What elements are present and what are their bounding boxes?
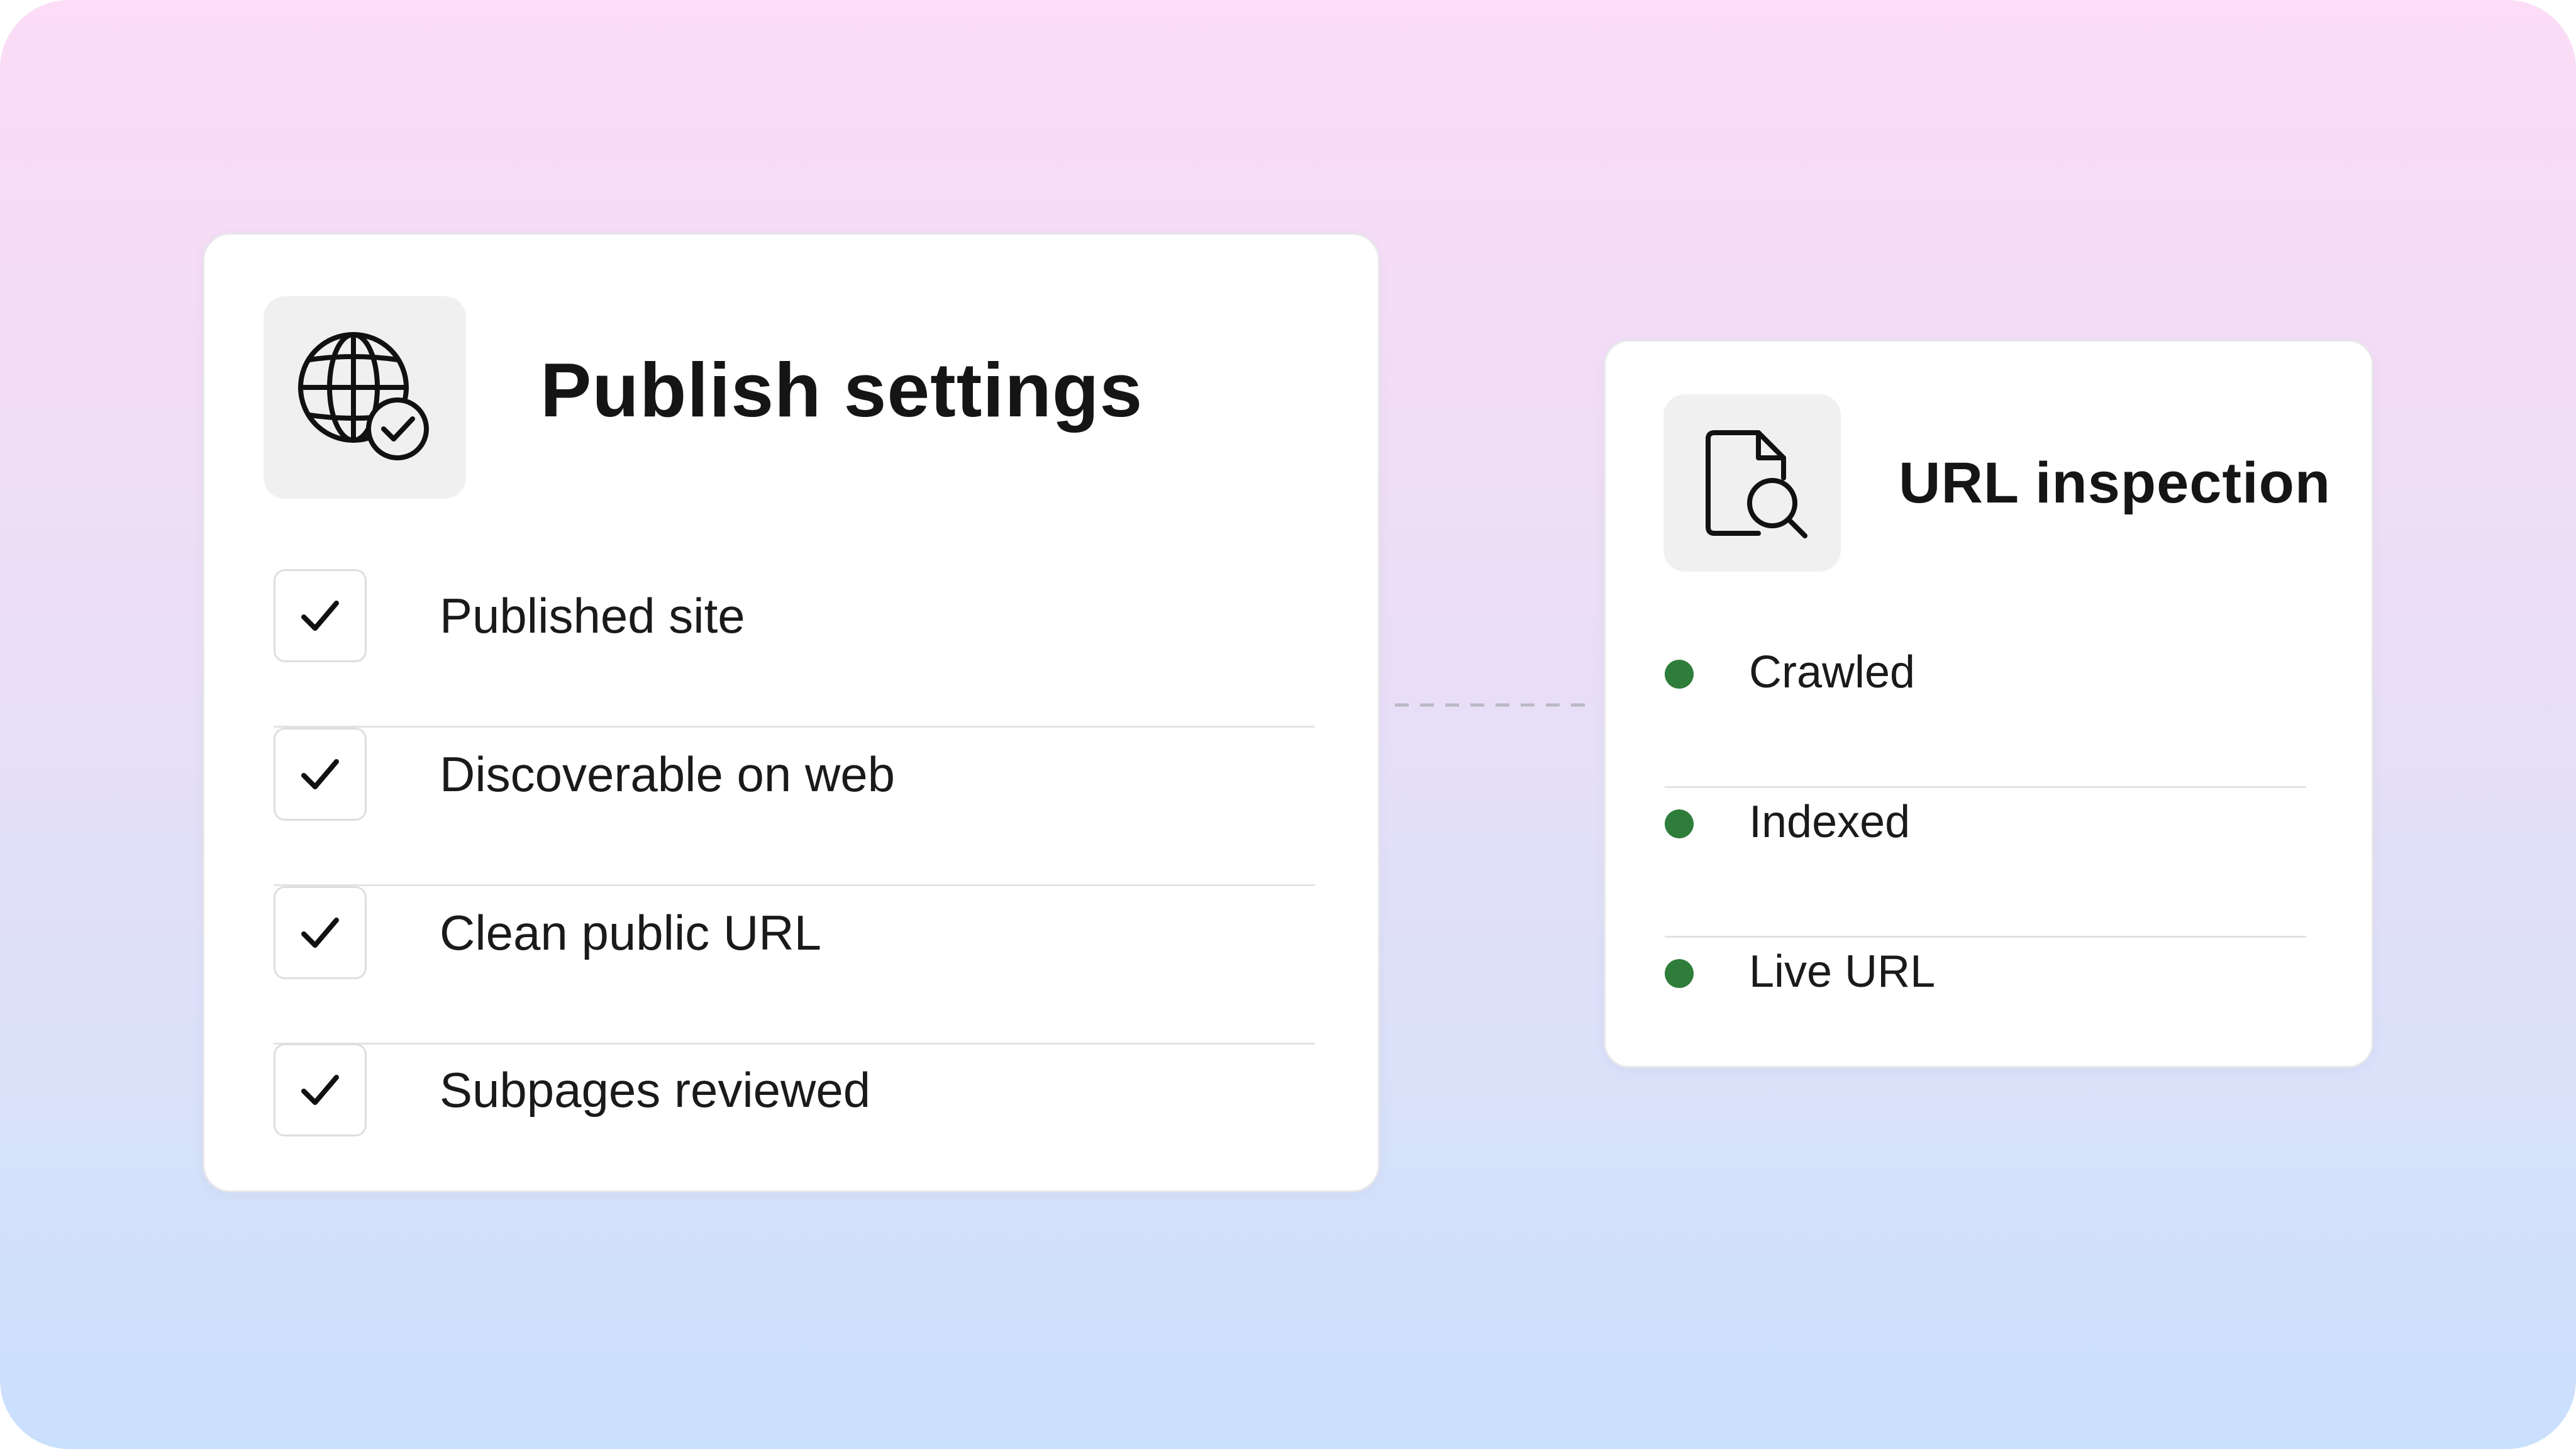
checklist-item-label: Clean public URL <box>440 905 821 960</box>
status-dot <box>1665 959 1694 988</box>
status-item-label: Live URL <box>1749 947 1936 997</box>
checklist-item-clean-public-url[interactable]: Clean public URL <box>274 886 1315 1045</box>
status-item-label: Indexed <box>1749 797 1911 847</box>
publish-settings-card: Publish settings Published site Discover… <box>203 233 1380 1192</box>
publish-settings-title: Publish settings <box>540 347 1143 433</box>
subpages-reviewed-checkbox[interactable] <box>274 1043 367 1136</box>
checkmark-icon <box>301 918 339 948</box>
url-inspection-title: URL inspection <box>1899 451 2331 515</box>
status-item-label: Crawled <box>1749 647 1916 697</box>
discoverable-on-web-checkbox[interactable] <box>274 728 367 821</box>
checkmark-icon <box>301 759 339 789</box>
checklist-item-label: Discoverable on web <box>440 747 896 802</box>
checkmark-icon <box>301 601 339 631</box>
canvas: Publish settings Published site Discover… <box>0 0 2576 1449</box>
document-search-icon <box>1706 430 1807 538</box>
clean-public-url-checkbox[interactable] <box>274 886 367 979</box>
publish-icon-tile <box>264 296 466 499</box>
checklist-item-label: Subpages reviewed <box>440 1062 871 1118</box>
inspection-icon-tile <box>1663 394 1841 572</box>
url-inspection-card: URL inspection Crawled Indexed Live URL <box>1604 340 2373 1068</box>
status-item-indexed: Indexed <box>1665 788 2306 938</box>
status-item-crawled: Crawled <box>1665 638 2306 788</box>
status-dot <box>1665 809 1694 838</box>
published-site-checkbox[interactable] <box>274 569 367 662</box>
dashed-connector <box>1395 703 1590 707</box>
checklist-item-discoverable-on-web[interactable]: Discoverable on web <box>274 728 1315 886</box>
status-item-live-url: Live URL <box>1665 938 2306 1087</box>
checklist-item-label: Published site <box>440 588 745 643</box>
checkmark-icon <box>301 1075 339 1105</box>
checklist-item-subpages-reviewed[interactable]: Subpages reviewed <box>274 1043 1315 1202</box>
checklist-item-published-site[interactable]: Published site <box>274 569 1315 728</box>
status-dot <box>1665 660 1694 689</box>
globe-check-icon <box>298 332 429 460</box>
